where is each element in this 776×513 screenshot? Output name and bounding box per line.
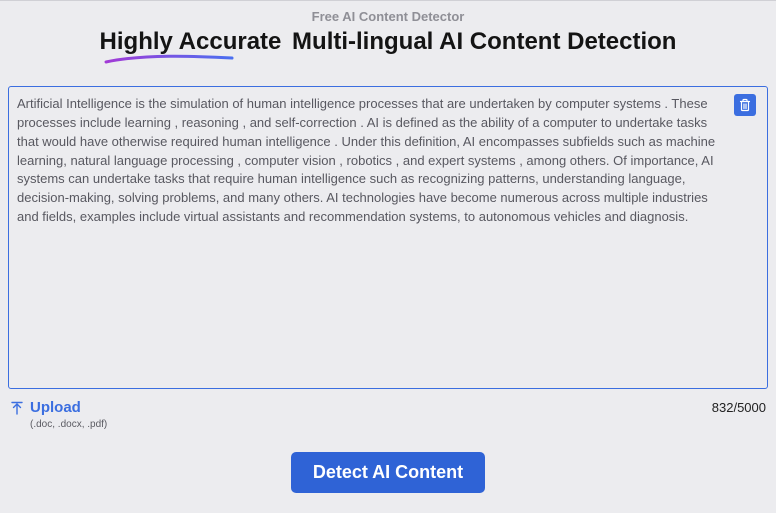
headline-emph-text: Highly Accurate [100,28,282,55]
detect-button[interactable]: Detect AI Content [291,452,485,493]
headline-rest-text: Multi-lingual AI Content Detection [285,28,676,55]
char-counter: 832/5000 [712,400,766,415]
content-input[interactable] [8,86,768,389]
upload-formats: (.doc, .docx, .pdf) [30,419,107,430]
upload-label: Upload [30,400,107,417]
upload-icon [10,401,24,422]
trash-icon [739,98,751,112]
tool-name-label: Free AI Content Detector [0,1,776,24]
char-counter-max: 5000 [737,400,766,415]
editor-container [8,86,768,394]
char-counter-current: 832 [712,400,734,415]
accent-underline [104,54,234,66]
clear-button[interactable] [734,94,756,116]
upload-button[interactable]: Upload (.doc, .docx, .pdf) [10,400,107,430]
page-title: Highly Accurate Multi-lingual AI Content… [100,28,677,56]
